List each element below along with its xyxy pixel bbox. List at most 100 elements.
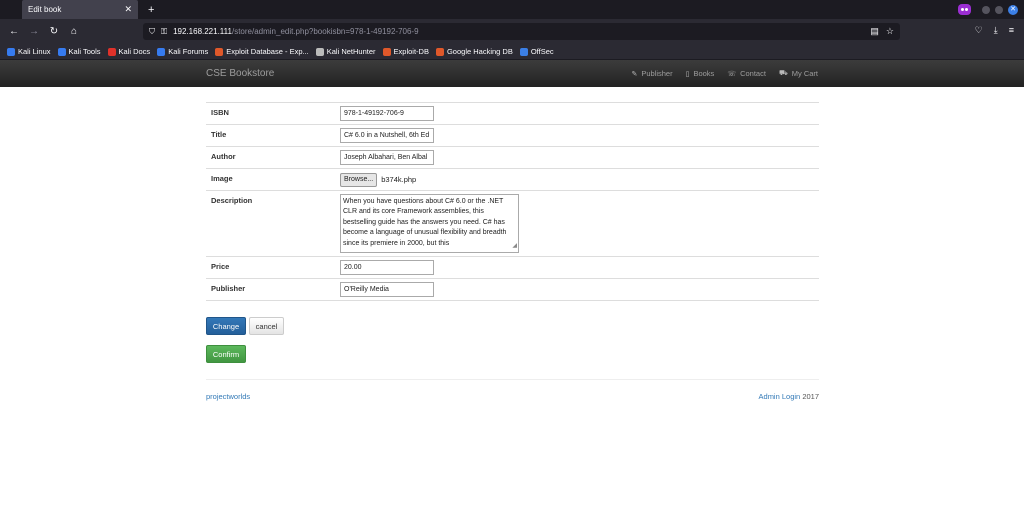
private-mask-icon [958, 4, 971, 15]
bookmarks-bar: Kali Linux Kali Tools Kali Docs Kali Forums… [0, 44, 1024, 60]
shield-icon[interactable]: ⛉ [149, 27, 155, 37]
bookmark-label: OffSec [530, 47, 554, 56]
menu-icon[interactable]: ≡ [1009, 25, 1014, 36]
book-fields-table: ISBN 978-1-49192-706-9 Title C# 6.0 in a… [206, 102, 819, 301]
reader-view-icon[interactable]: ▤ [870, 26, 879, 37]
footer-divider [206, 379, 819, 380]
phone-icon: ☏ [727, 70, 737, 78]
bookmark-label: Google Hacking DB [446, 47, 513, 56]
image-row: Image Browse... b374k.php [206, 168, 819, 191]
change-button[interactable]: Change [206, 317, 246, 335]
publisher-label: Publisher [206, 278, 340, 301]
browse-button[interactable]: Browse... [340, 172, 378, 187]
author-row: Author Joseph Albahari, Ben Albal [206, 146, 819, 169]
title-label: Title [206, 124, 340, 147]
new-tab-icon[interactable]: + [148, 4, 154, 16]
bookmark-item[interactable]: Kali Tools [57, 47, 101, 56]
price-label: Price [206, 256, 340, 279]
book-icon: ▯ [685, 70, 690, 78]
bookmark-label: Exploit-DB [393, 47, 429, 56]
bookmark-favicon-icon [315, 47, 324, 56]
nav-contact[interactable]: ☏ Contact [727, 69, 766, 78]
minimize-button[interactable] [982, 5, 990, 14]
bookmark-favicon-icon [107, 47, 116, 56]
pocket-icon[interactable]: ♡ [975, 25, 983, 36]
isbn-input[interactable]: 978-1-49192-706-9 [340, 106, 434, 121]
price-input[interactable]: 20.00 [340, 260, 434, 275]
bookmark-favicon-icon [435, 47, 444, 56]
bookmark-label: Kali Tools [68, 47, 101, 56]
site-navbar: CSE Bookstore ✎ Publisher ▯ Books ☏ Contact… [0, 60, 1024, 87]
window-controls: ✕ [958, 4, 1018, 15]
forward-icon[interactable]: → [24, 26, 44, 37]
home-icon[interactable]: ⌂ [64, 26, 84, 37]
bookmark-item[interactable]: Google Hacking DB [435, 47, 513, 56]
back-icon[interactable]: ← [4, 26, 24, 37]
form-actions: Change cancel [206, 317, 819, 335]
footer-projectworlds-link[interactable]: projectworlds [206, 392, 250, 401]
footer-year: 2017 [802, 392, 819, 401]
maximize-button[interactable] [995, 5, 1003, 14]
description-text: When you have questions about C# 6.0 or … [343, 198, 507, 247]
isbn-label: ISBN [206, 102, 340, 125]
selected-file-name: b374k.php [381, 175, 417, 184]
url-path: /store/admin_edit.php?bookisbn=978-1-491… [231, 27, 419, 36]
cart-icon: ⛟ [778, 70, 788, 77]
bookmark-label: Kali Docs [118, 47, 151, 56]
browser-tab-bar: Edit book ✕ + ✕ [0, 0, 1024, 19]
author-label: Author [206, 146, 340, 169]
confirm-button[interactable]: Confirm [206, 345, 246, 363]
url-host: 192.168.221.111 [173, 27, 232, 36]
bookmark-item[interactable]: Kali Linux [7, 47, 51, 56]
browser-tab[interactable]: Edit book ✕ [22, 0, 138, 19]
title-row: Title C# 6.0 in a Nutshell, 6th Ed [206, 124, 819, 147]
bookmark-label: Kali Forums [168, 47, 209, 56]
description-textarea[interactable]: When you have questions about C# 6.0 or … [340, 194, 519, 253]
title-input[interactable]: C# 6.0 in a Nutshell, 6th Ed [340, 128, 434, 143]
nav-cart-label: My Cart [791, 69, 818, 78]
site-brand[interactable]: CSE Bookstore [206, 68, 274, 79]
bookmark-favicon-icon [382, 47, 391, 56]
bookmark-item[interactable]: Kali Docs [107, 47, 151, 56]
downloads-icon[interactable]: ⤓ [994, 25, 998, 36]
site-nav-links: ✎ Publisher ▯ Books ☏ Contact ⛟ My Cart [631, 69, 818, 78]
bookmark-star-icon[interactable]: ☆ [886, 26, 894, 37]
lock-icon[interactable]: ⚿ [161, 27, 167, 37]
description-row: Description When you have questions abou… [206, 190, 819, 257]
resize-handle-icon[interactable]: ◢ [512, 241, 517, 251]
reload-icon[interactable]: ↻ [44, 26, 64, 37]
bookmark-item[interactable]: Kali NetHunter [315, 47, 376, 56]
image-label: Image [206, 168, 340, 191]
cancel-button[interactable]: cancel [249, 317, 284, 335]
admin-login-link[interactable]: Admin Login [759, 392, 801, 401]
bookmark-favicon-icon [57, 47, 66, 56]
bookmark-label: Kali NetHunter [326, 47, 376, 56]
close-tab-icon[interactable]: ✕ [124, 4, 132, 15]
footer-right: Admin Login 2017 [759, 392, 819, 401]
edit-book-form: ISBN 978-1-49192-706-9 Title C# 6.0 in a… [206, 102, 819, 363]
description-label: Description [206, 190, 340, 257]
nav-publisher-label: Publisher [641, 69, 673, 78]
bookmark-label: Kali Linux [18, 47, 51, 56]
bookmark-favicon-icon [519, 47, 528, 56]
nav-books[interactable]: ▯ Books [686, 69, 715, 78]
bookmark-label: Exploit Database - Exp... [226, 47, 309, 56]
author-input[interactable]: Joseph Albahari, Ben Albal [340, 150, 434, 165]
bookmark-favicon-icon [157, 47, 166, 56]
bookmark-favicon-icon [7, 47, 15, 56]
price-row: Price 20.00 [206, 256, 819, 279]
bookmark-favicon-icon [215, 47, 224, 56]
isbn-row: ISBN 978-1-49192-706-9 [206, 102, 819, 125]
nav-publisher[interactable]: ✎ Publisher [631, 69, 672, 78]
bookmark-item[interactable]: Exploit-DB [382, 47, 429, 56]
bookmark-item[interactable]: Exploit Database - Exp... [215, 47, 309, 56]
url-bar[interactable]: ⛉ ⚿ 192.168.221.111/store/admin_edit.php… [143, 23, 900, 40]
bookmark-item[interactable]: OffSec [519, 47, 554, 56]
close-window-button[interactable]: ✕ [1008, 4, 1018, 15]
publisher-input[interactable]: O'Reilly Media [340, 282, 434, 297]
publisher-row: Publisher O'Reilly Media [206, 278, 819, 301]
browser-nav-bar: ← → ↻ ⌂ ⛉ ⚿ 192.168.221.111/store/admin_… [0, 19, 1024, 44]
nav-cart[interactable]: ⛟ My Cart [779, 69, 818, 78]
bookmark-item[interactable]: Kali Forums [157, 47, 208, 56]
tag-icon: ✎ [631, 70, 638, 78]
